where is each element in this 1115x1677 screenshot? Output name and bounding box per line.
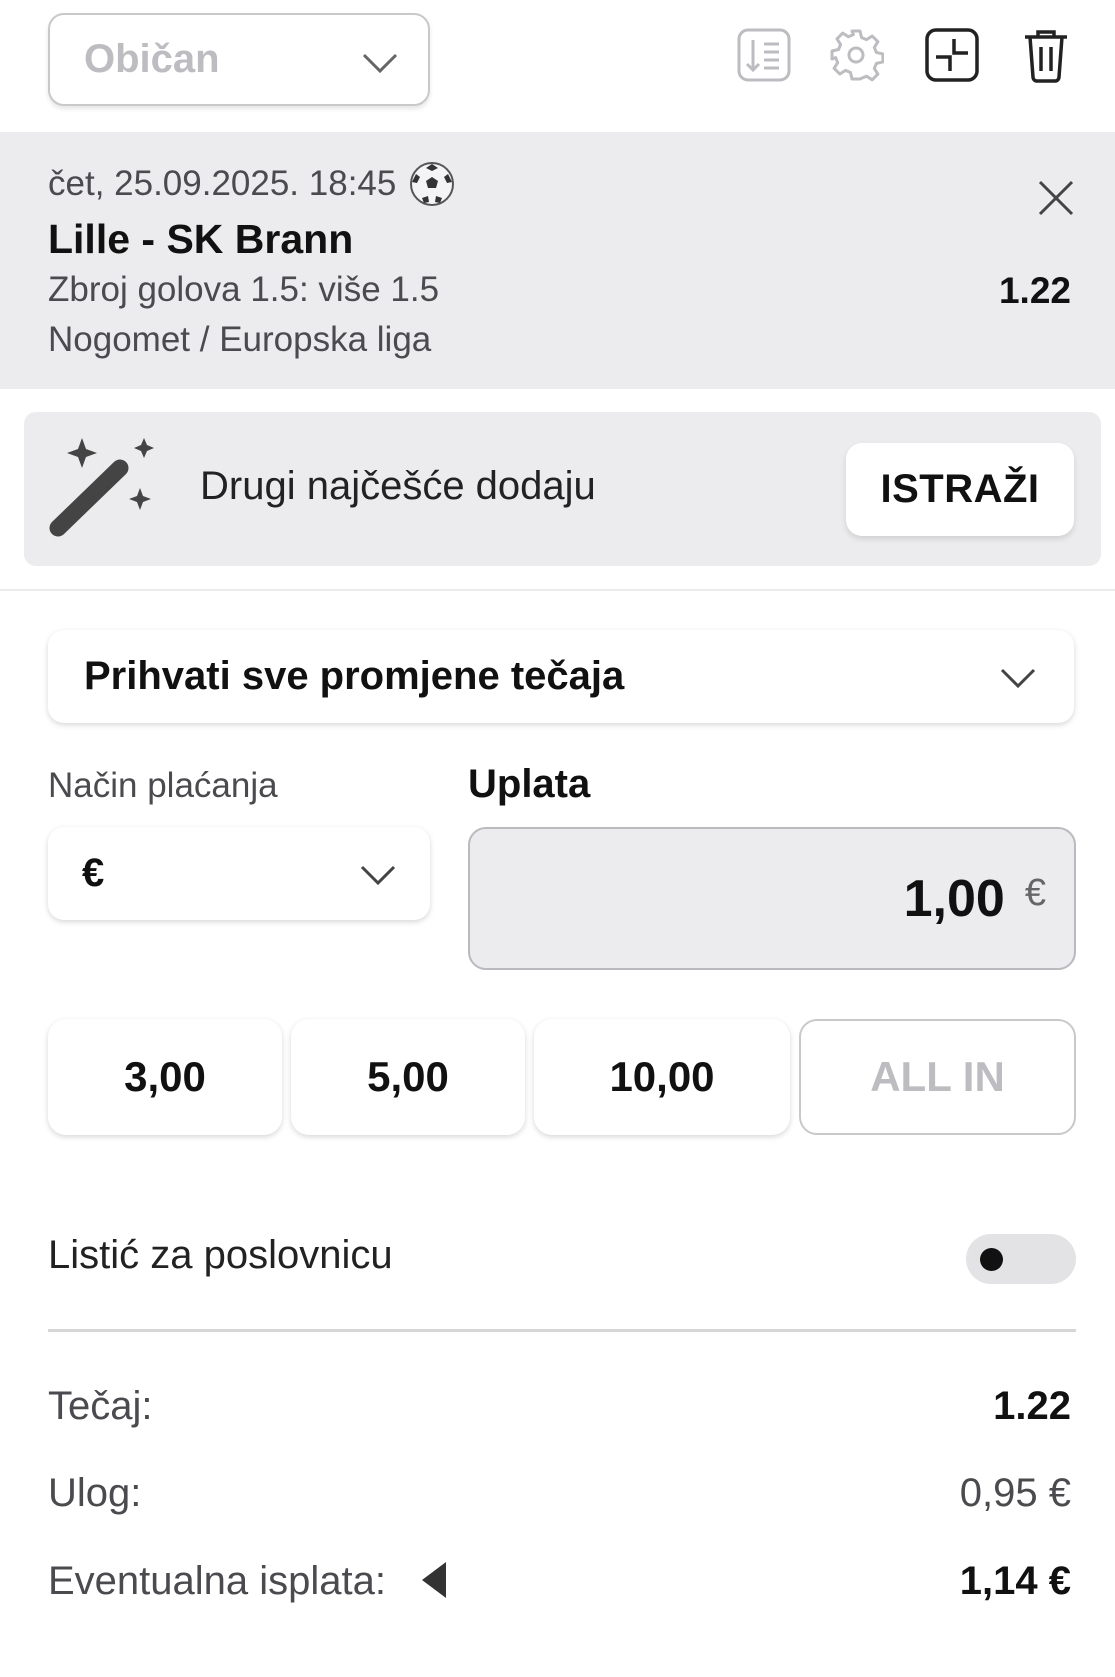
section-divider [0, 589, 1115, 591]
suggestion-text: Drugi najčešće dodaju [200, 464, 596, 508]
caret-left-icon[interactable] [420, 1560, 448, 1600]
all-in-button[interactable]: ALL IN [799, 1019, 1076, 1135]
stake-total-label: Ulog: [48, 1471, 142, 1515]
magic-wand-icon [49, 438, 154, 537]
stake-total-value: 0,95 € [959, 1471, 1071, 1515]
stake-currency: € [1024, 872, 1046, 914]
payment-method-label: Način plaćanja [48, 766, 278, 805]
match-name: Lille - SK Brann [48, 216, 354, 262]
odds-change-label: Prihvati sve promjene tečaja [84, 654, 625, 698]
quick-amount-button[interactable]: 5,00 [291, 1019, 525, 1135]
odds-total-value: 1.22 [993, 1384, 1071, 1428]
odds-total-label: Tečaj: [48, 1384, 153, 1428]
quick-amount-button[interactable]: 3,00 [48, 1019, 282, 1135]
chevron-down-icon [360, 865, 396, 886]
payout-label: Eventualna isplata: [48, 1559, 387, 1603]
stake-label: Uplata [468, 762, 591, 806]
business-ticket-toggle[interactable] [966, 1234, 1076, 1284]
stake-input[interactable]: 1,00 € [468, 827, 1076, 970]
match-datetime: čet, 25.09.2025. 18:45 [48, 164, 397, 203]
quick-amount-button[interactable]: 10,00 [534, 1019, 790, 1135]
ticket-type-dropdown[interactable]: Običan [48, 13, 430, 106]
selection-odd: 1.22 [998, 270, 1071, 311]
league-name: Nogomet / Europska liga [48, 320, 432, 359]
toggle-knob [980, 1248, 1003, 1271]
soccer-ball-icon [410, 162, 455, 206]
match-datetime-row: čet, 25.09.2025. 18:45 [48, 160, 456, 208]
chevron-down-icon [362, 53, 398, 74]
summary-divider [48, 1329, 1076, 1332]
odds-change-dropdown[interactable]: Prihvati sve promjene tečaja [48, 630, 1074, 723]
trash-icon[interactable] [1016, 25, 1076, 85]
gear-icon[interactable] [826, 25, 886, 85]
explore-button[interactable]: ISTRAŽI [846, 443, 1074, 536]
market-name: Zbroj golova 1.5: više 1.5 [48, 270, 440, 309]
ticket-type-label: Običan [84, 37, 220, 81]
payment-method-value: € [82, 851, 105, 895]
chevron-down-icon [1000, 668, 1036, 689]
payment-method-dropdown[interactable]: € [48, 827, 430, 920]
business-ticket-label: Listić za poslovnicu [48, 1233, 393, 1277]
payout-value: 1,14 € [959, 1559, 1071, 1603]
close-icon[interactable] [1032, 174, 1080, 222]
collapse-icon[interactable] [922, 25, 982, 85]
sort-list-icon[interactable] [734, 25, 794, 85]
stake-value: 1,00 [903, 869, 1005, 928]
